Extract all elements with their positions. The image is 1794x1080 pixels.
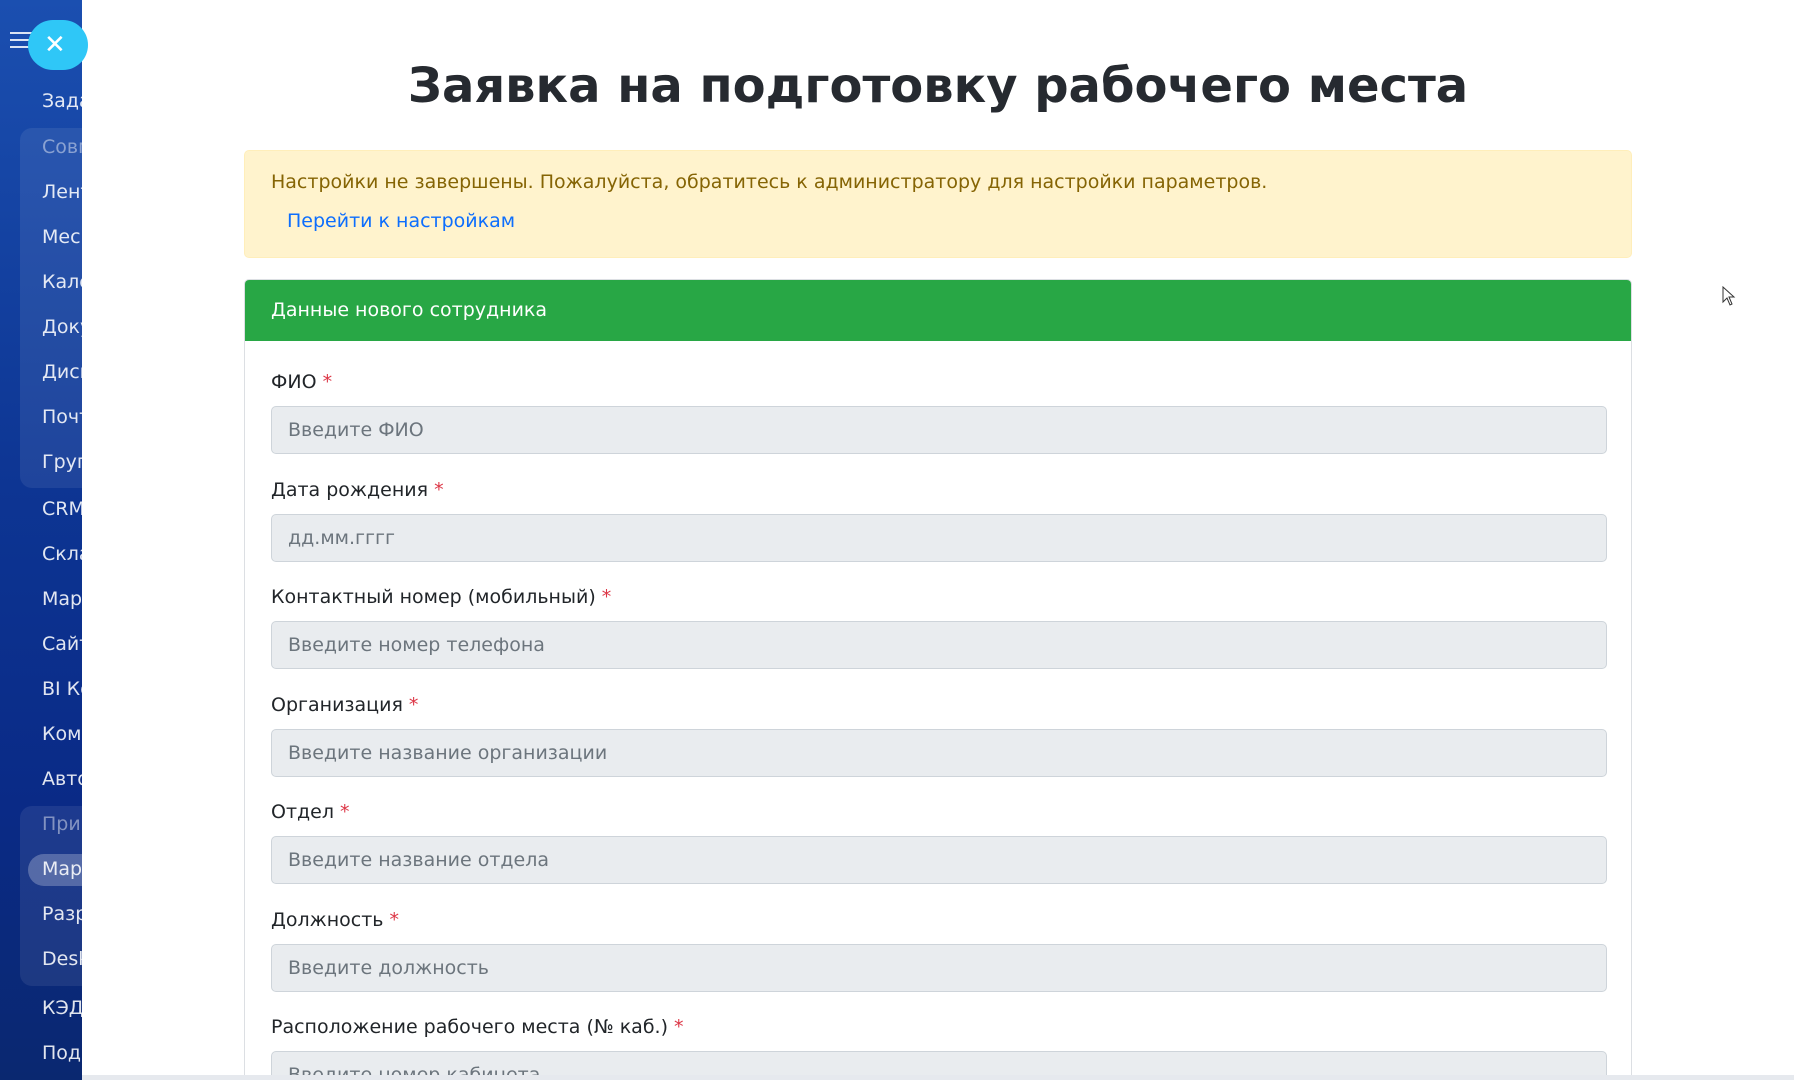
department-input[interactable] — [271, 836, 1607, 884]
alert-text: Настройки не завершены. Пожалуйста, обра… — [271, 171, 1268, 193]
sidebar-item-19[interactable]: Desk — [42, 948, 82, 970]
sidebar-item-16: При — [42, 813, 81, 835]
sidebar-item-5[interactable]: Доку — [42, 316, 82, 338]
label-phone: Контактный номер (мобильный) * — [271, 586, 612, 608]
close-icon: ✕ — [44, 30, 66, 60]
sidebar-item-14[interactable]: Комг — [42, 723, 82, 745]
sidebar-item-0[interactable]: Зада — [42, 90, 82, 112]
sidebar-item-4[interactable]: Кале — [42, 271, 82, 293]
organization-input[interactable] — [271, 729, 1607, 777]
sidebar-item-10[interactable]: Скла — [42, 543, 82, 565]
go-to-settings-link[interactable]: Перейти к настройкам — [287, 210, 515, 232]
left-sidebar: Зада Совм Лент Мес Кале Доку Диск Почт Г… — [0, 0, 82, 1080]
sidebar-item-11[interactable]: Мар — [42, 588, 82, 610]
label-position: Должность * — [271, 909, 400, 931]
sidebar-item-17[interactable]: Мар — [42, 858, 82, 880]
sidebar-item-15[interactable]: Авто — [42, 768, 82, 790]
full-name-input[interactable] — [271, 406, 1607, 454]
label-birth-date: Дата рождения * — [271, 479, 444, 501]
position-input[interactable] — [271, 944, 1607, 992]
label-workplace-location: Расположение рабочего места (№ каб.) * — [271, 1016, 684, 1038]
bottom-scroll-strip — [82, 1075, 1794, 1080]
label-department: Отдел * — [271, 801, 350, 823]
sidebar-item-20[interactable]: КЭД — [42, 997, 82, 1019]
close-slider-button[interactable]: ✕ — [28, 20, 88, 70]
slider-panel: Заявка на подготовку рабочего места Наст… — [82, 0, 1794, 1080]
employee-data-card: Данные нового сотрудника ФИО * Дата рожд… — [244, 279, 1632, 1080]
label-full-name: ФИО * — [271, 371, 333, 393]
sidebar-item-1: Совм — [42, 136, 82, 158]
card-header: Данные нового сотрудника — [245, 280, 1631, 341]
sidebar-item-21[interactable]: Подр — [42, 1042, 82, 1064]
sidebar-item-3[interactable]: Мес — [42, 226, 81, 248]
mouse-cursor-icon — [1722, 286, 1736, 306]
sidebar-item-9[interactable]: CRM — [42, 498, 82, 520]
birth-date-input[interactable] — [271, 514, 1607, 562]
sidebar-item-18[interactable]: Разр — [42, 903, 82, 925]
label-organization: Организация * — [271, 694, 419, 716]
sidebar-item-6[interactable]: Диск — [42, 361, 82, 383]
sidebar-item-13[interactable]: BI Ко — [42, 678, 82, 700]
sidebar-item-2[interactable]: Лент — [42, 181, 82, 203]
sidebar-item-8[interactable]: Груп — [42, 451, 82, 473]
phone-input[interactable] — [271, 621, 1607, 669]
page-title: Заявка на подготовку рабочего места — [407, 58, 1469, 114]
settings-warning-alert: Настройки не завершены. Пожалуйста, обра… — [244, 150, 1632, 258]
sidebar-item-12[interactable]: Сайт — [42, 633, 82, 655]
sidebar-item-7[interactable]: Почт — [42, 406, 82, 428]
